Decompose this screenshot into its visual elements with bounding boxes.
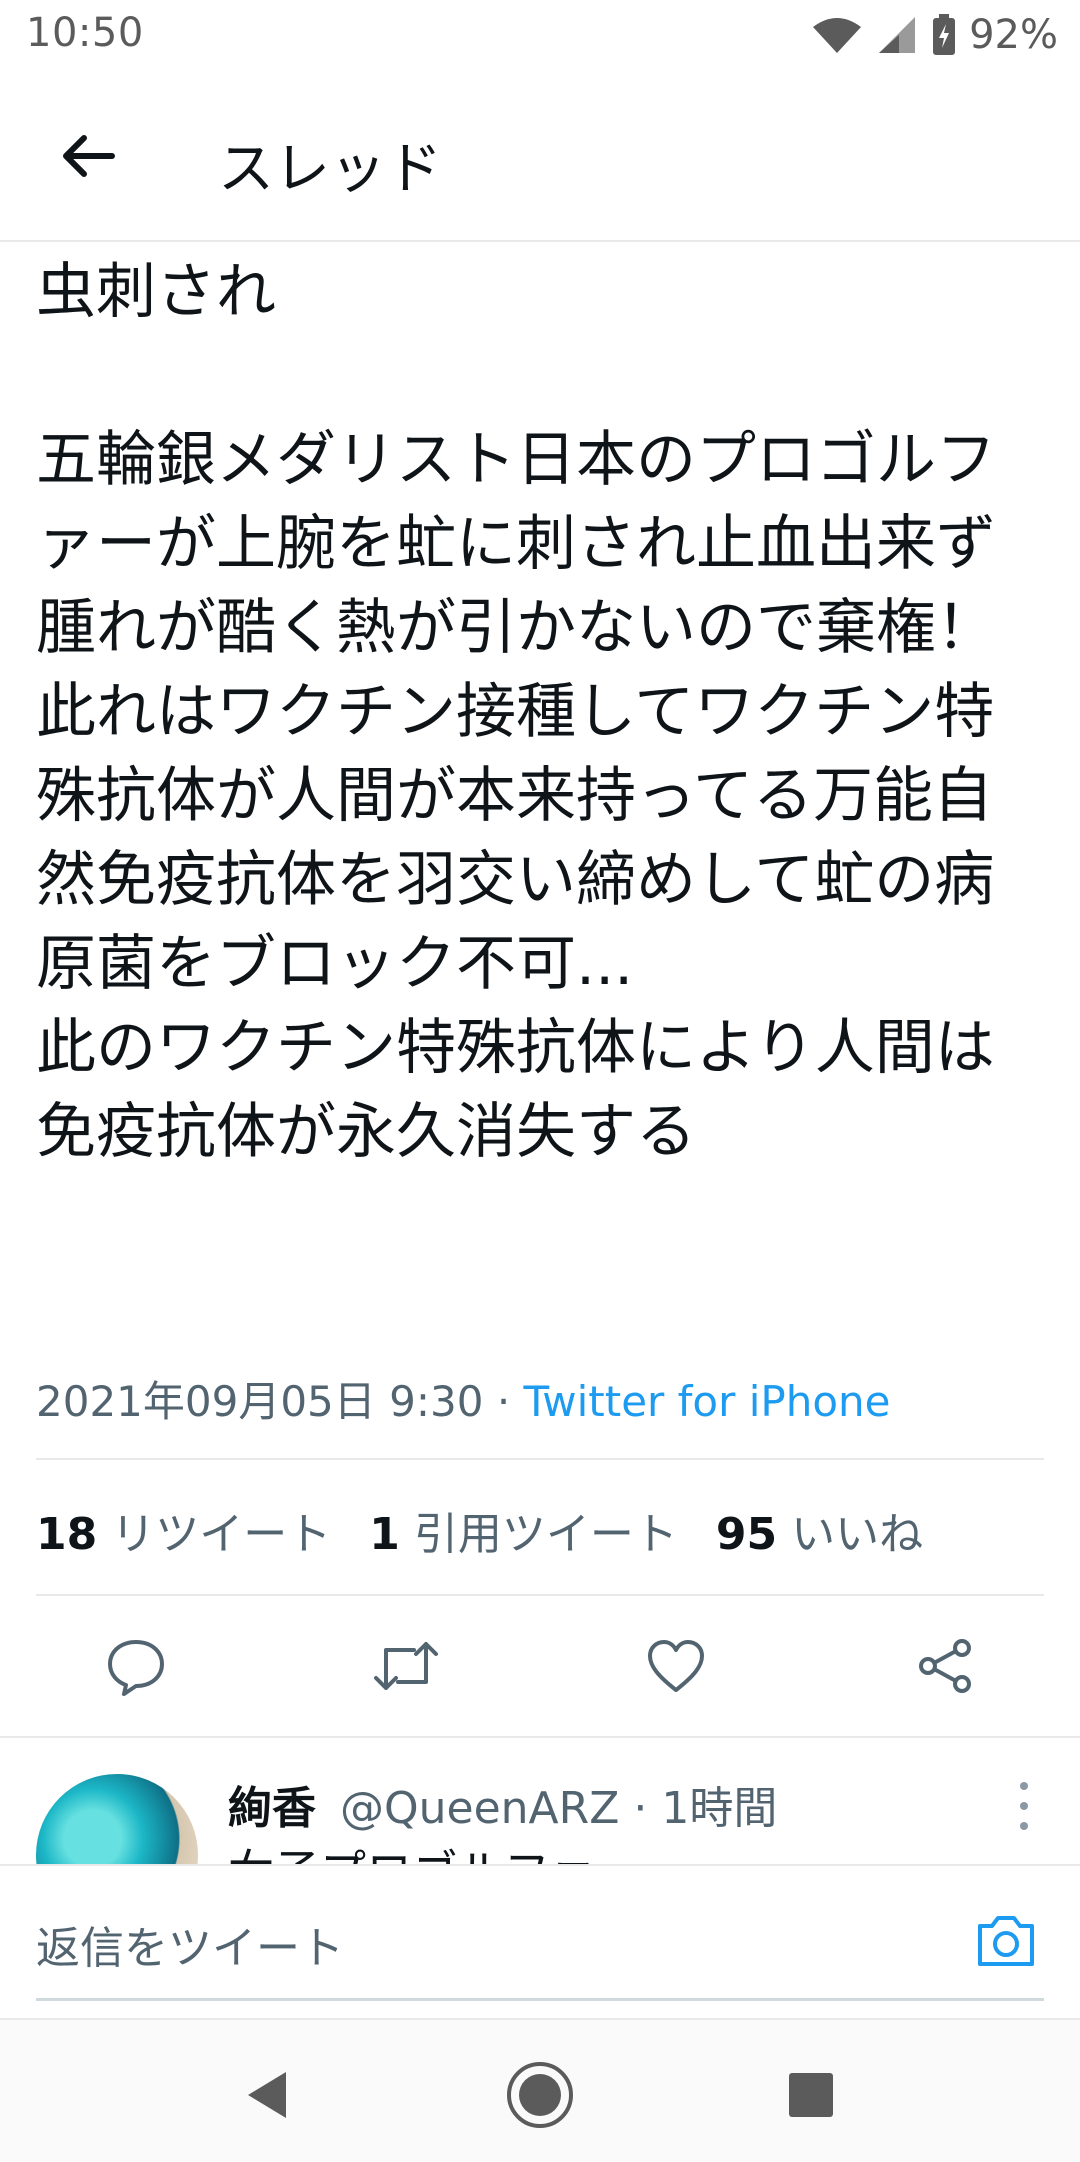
quotes-stat[interactable]: 1 引用ツイート <box>369 1498 678 1562</box>
quotes-count: 1 <box>369 1509 400 1560</box>
nav-recents-button[interactable] <box>776 2060 846 2130</box>
status-icons: 92% <box>811 10 1058 60</box>
system-nav-bar <box>0 2018 1080 2162</box>
square-recents-icon <box>789 2073 833 2117</box>
reply-author-handle: @QueenARZ <box>340 1783 620 1834</box>
nav-back-button[interactable] <box>232 2060 302 2130</box>
retweets-label: リツイート <box>111 1509 332 1560</box>
tweet-paragraph: 此のワクチン特殊抗体により人間は免疫抗体が永久消失する <box>36 1013 995 1167</box>
reply-time: · 1時間 <box>633 1783 778 1834</box>
meta-separator: · <box>496 1377 511 1426</box>
camera-button[interactable] <box>972 1906 1040 1974</box>
tweet-actions <box>0 1598 1080 1732</box>
status-time: 10:50 <box>26 10 144 56</box>
signal-icon <box>879 17 916 53</box>
vertical-dots-icon[interactable] <box>1012 1776 1036 1836</box>
back-button[interactable] <box>48 116 128 196</box>
reply-text: 女子プロゴルファー <box>228 1836 642 1864</box>
reply-header: 絢香 @QueenARZ · 1時間 <box>228 1772 777 1836</box>
tweet-paragraph <box>36 334 1046 418</box>
tweet-source-link[interactable]: Twitter for iPhone <box>524 1377 891 1426</box>
status-bar: 10:50 92% <box>0 0 1080 72</box>
tweet-paragraph: 腫れが酷く熱が引かないので棄権！ <box>36 593 996 663</box>
quotes-label: 引用ツイート <box>413 1509 678 1560</box>
likes-label: いいね <box>791 1509 924 1560</box>
arrow-left-icon <box>63 135 115 177</box>
share-icon <box>919 1639 971 1693</box>
divider <box>36 1458 1044 1460</box>
camera-icon <box>978 1916 1034 1966</box>
circle-home-icon <box>507 2062 573 2128</box>
tweet-paragraph: 五輪銀メダリスト日本のプロゴルファーが上腕を虻に刺され止血出来ず <box>36 425 996 579</box>
reply-compose-bar: 返信をツイート <box>0 1864 1080 2020</box>
page-title: スレッド <box>218 137 442 202</box>
avatar[interactable] <box>36 1774 198 1864</box>
tweet-stats: 18 リツイート 1 引用ツイート 95 いいね <box>36 1500 961 1560</box>
reply-author-name: 絢香 <box>228 1783 316 1834</box>
tweet-paragraph: 此れはワクチン接種してワクチン特殊抗体が人間が本来持ってる万能自然免疫抗体を羽交… <box>36 677 995 999</box>
likes-stat[interactable]: 95 いいね <box>716 1498 923 1562</box>
likes-count: 95 <box>715 1509 778 1560</box>
heart-icon <box>648 1640 704 1692</box>
reply-item[interactable]: 絢香 @QueenARZ · 1時間 女子プロゴルファー <box>0 1738 1080 1864</box>
tweet-text: 虫刺され 五輪銀メダリスト日本のプロゴルファーが上腕を虻に刺され止血出来ず 腫れ… <box>36 250 1046 1174</box>
divider <box>36 1594 1044 1596</box>
battery-percent: 92% <box>969 12 1058 58</box>
tweet-timestamp: 2021年09月05日 9:30 <box>36 1377 484 1426</box>
reply-button[interactable] <box>102 1632 170 1700</box>
compose-underline <box>36 1998 1044 2001</box>
triangle-back-icon <box>248 2072 286 2118</box>
share-button[interactable] <box>912 1632 980 1700</box>
retweets-count: 18 <box>36 1509 98 1560</box>
speech-bubble-icon <box>108 1640 164 1696</box>
retweets-stat[interactable]: 18 リツイート <box>36 1498 331 1562</box>
header: スレッド <box>0 72 1080 242</box>
tweet-meta: 2021年09月05日 9:30 · Twitter for iPhone <box>36 1368 891 1429</box>
retweet-icon <box>374 1642 438 1690</box>
retweet-button[interactable] <box>372 1632 440 1700</box>
battery-icon <box>933 14 956 55</box>
reply-input[interactable]: 返信をツイート <box>36 1912 344 1976</box>
like-button[interactable] <box>642 1632 710 1700</box>
wifi-icon <box>813 18 862 53</box>
nav-home-button[interactable] <box>505 2060 575 2130</box>
tweet-paragraph: 虫刺され <box>36 257 276 327</box>
